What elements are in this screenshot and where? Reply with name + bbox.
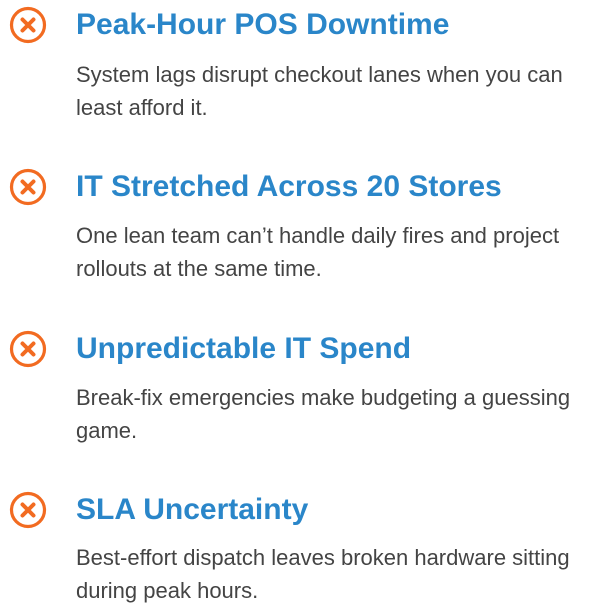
item-title: Unpredictable IT Spend [76,332,412,365]
item-title: IT Stretched Across 20 Stores [76,170,502,203]
item-description: Break-fix emergencies make budgeting a g… [76,385,571,443]
item-title: Peak-Hour POS Downtime [76,8,450,41]
item-description: System lags disrupt checkout lanes when … [76,62,563,120]
x-circle-icon [9,491,47,529]
x-circle-icon [9,330,47,368]
item-title: SLA Uncertainty [76,493,309,526]
item-description: One lean team can’t handle daily fires a… [76,223,560,281]
item-description: Best-effort dispatch leaves broken hardw… [76,545,570,603]
x-circle-icon [9,168,47,206]
x-circle-icon [9,6,47,44]
